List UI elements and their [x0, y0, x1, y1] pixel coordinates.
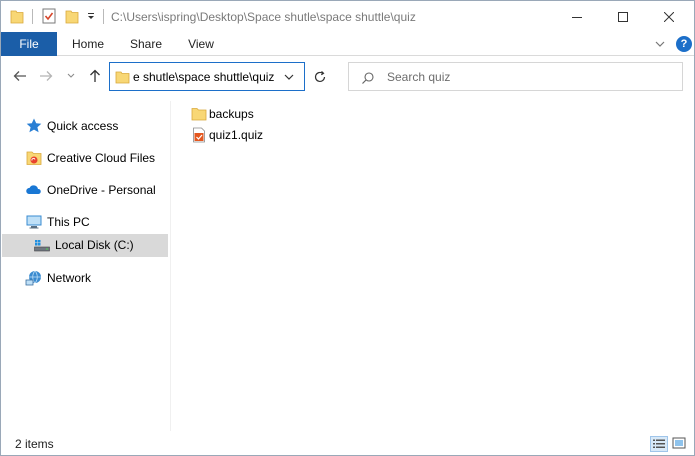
large-icons-view-button[interactable]: [671, 436, 689, 452]
details-view-icon: [653, 439, 665, 448]
sidebar-item-onedrive[interactable]: OneDrive - Personal: [2, 179, 168, 202]
sidebar-item-quick-access[interactable]: Quick access: [2, 115, 168, 138]
sidebar-item-label: Local Disk (C:): [55, 238, 134, 252]
window-title: C:\Users\ispring\Desktop\Space shutle\sp…: [111, 10, 416, 24]
folder-icon: [115, 70, 130, 84]
address-dropdown-chevron-icon[interactable]: [282, 71, 296, 83]
search-input[interactable]: [387, 69, 667, 85]
details-view-button[interactable]: [650, 436, 668, 452]
file-name: quiz1.quiz: [209, 128, 264, 142]
folder-icon[interactable]: [10, 9, 24, 24]
back-arrow-icon: [13, 71, 26, 81]
large-icons-view-icon: [672, 437, 686, 449]
tab-view[interactable]: View: [179, 32, 223, 56]
minimize-icon: [572, 16, 582, 18]
recent-locations-button[interactable]: [64, 66, 78, 86]
customize-toolbar-icon[interactable]: [86, 11, 96, 21]
help-icon[interactable]: ?: [676, 36, 692, 52]
navigation-bar: e shutle\space shuttle\quiz: [1, 57, 694, 97]
folder-icon: [191, 106, 207, 122]
star-icon: [25, 117, 43, 135]
sidebar-item-label: Network: [47, 271, 92, 285]
chevron-down-icon: [67, 73, 75, 78]
drive-icon: [33, 236, 51, 254]
sidebar-item-label: Creative Cloud Files: [47, 151, 156, 165]
new-folder-icon[interactable]: [65, 9, 79, 24]
sidebar-item-label: This PC: [47, 215, 90, 229]
sidebar-item-creative-cloud-files[interactable]: Creative Cloud Files: [2, 147, 168, 170]
up-button[interactable]: [85, 66, 105, 86]
refresh-button[interactable]: [310, 67, 330, 87]
explorer-window: C:\Users\ispring\Desktop\Space shutle\sp…: [0, 0, 695, 456]
expand-ribbon-chevron-icon[interactable]: [653, 38, 667, 50]
maximize-icon: [618, 11, 628, 22]
tab-file[interactable]: File: [1, 32, 57, 56]
forward-arrow-icon: [40, 71, 53, 81]
back-button[interactable]: [10, 66, 30, 86]
refresh-icon: [314, 71, 326, 83]
address-bar[interactable]: e shutle\space shuttle\quiz: [109, 62, 305, 91]
search-icon: [361, 71, 375, 85]
tab-share[interactable]: Share: [123, 32, 169, 56]
up-arrow-icon: [90, 69, 100, 82]
address-path[interactable]: e shutle\space shuttle\quiz: [133, 70, 278, 84]
sidebar-item-this-pc[interactable]: This PC: [2, 211, 168, 234]
sidebar-item-local-disk[interactable]: Local Disk (C:): [2, 234, 168, 257]
tab-home[interactable]: Home: [63, 32, 113, 56]
sidebar-item-label: OneDrive - Personal: [47, 183, 156, 197]
minimize-button[interactable]: [554, 1, 600, 32]
properties-icon[interactable]: [42, 8, 56, 24]
forward-button[interactable]: [36, 66, 56, 86]
close-icon: [664, 11, 674, 22]
navigation-pane: Quick access Creative Cloud Files OneDri…: [1, 101, 171, 431]
title-bar: C:\Users\ispring\Desktop\Space shutle\sp…: [1, 1, 694, 32]
onedrive-cloud-icon: [25, 181, 43, 199]
file-name: backups: [209, 107, 254, 121]
creative-cloud-folder-icon: [25, 149, 43, 167]
close-button[interactable]: [646, 1, 692, 32]
list-item-quiz1[interactable]: quiz1.quiz: [188, 125, 278, 145]
quiz-file-icon: [191, 127, 207, 143]
item-count: 2 items: [15, 437, 54, 451]
maximize-button[interactable]: [600, 1, 646, 32]
ribbon-tabs: File Home Share View ?: [1, 32, 694, 56]
network-icon: [25, 269, 43, 287]
toolbar-separator: [103, 9, 104, 24]
sidebar-item-network[interactable]: Network: [2, 267, 168, 290]
search-box[interactable]: [348, 62, 683, 91]
computer-icon: [25, 213, 43, 231]
sidebar-item-label: Quick access: [47, 119, 119, 133]
status-bar: 2 items: [1, 433, 694, 455]
list-item-backups[interactable]: backups: [188, 104, 278, 124]
toolbar-separator: [32, 9, 33, 24]
file-list: backups quiz1.quiz: [176, 101, 691, 431]
